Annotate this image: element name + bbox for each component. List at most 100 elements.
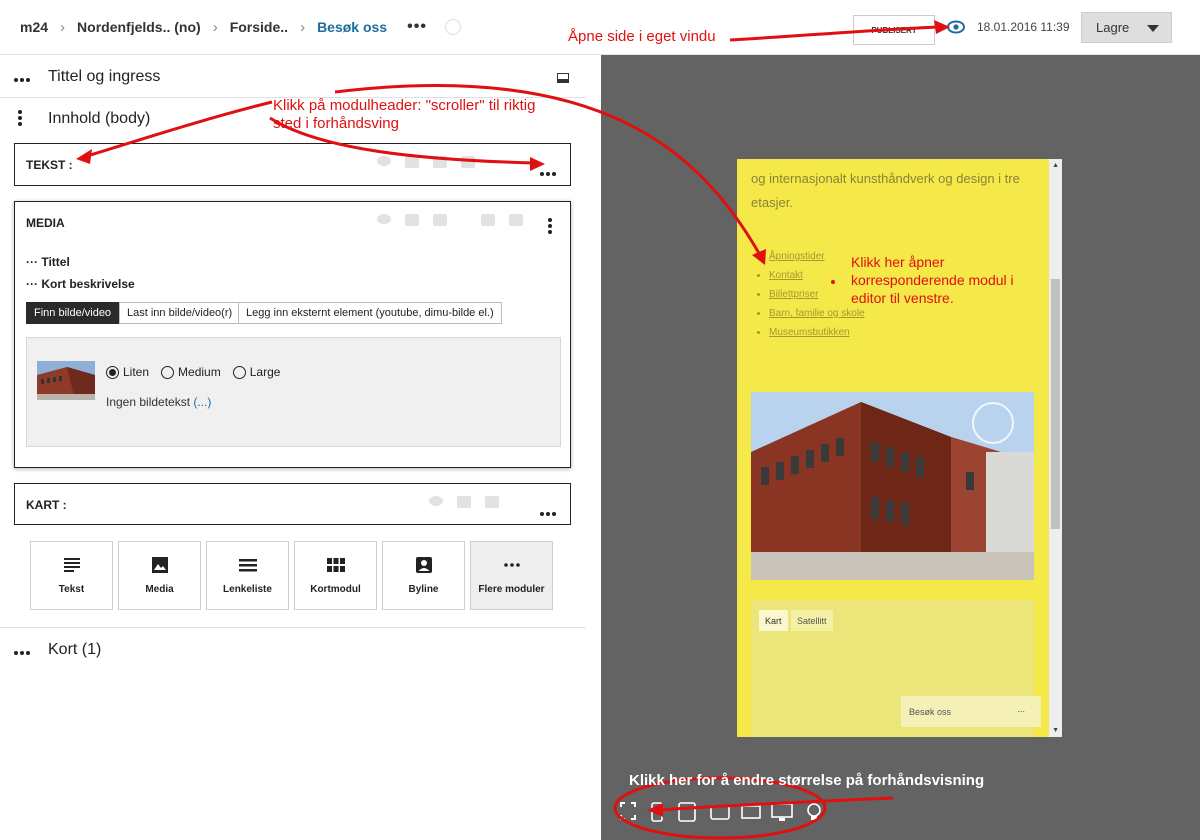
preview-scrollbar[interactable] bbox=[1049, 159, 1062, 737]
more-icon[interactable]: ••• bbox=[407, 18, 427, 36]
caption-text: Ingen bildetekst bbox=[106, 395, 191, 409]
crumb-nordenfjelds[interactable]: Nordenfjelds.. (no) bbox=[77, 19, 201, 35]
map-tab-kart[interactable]: Kart bbox=[759, 610, 788, 631]
desktop-icon[interactable] bbox=[433, 156, 447, 168]
add-tekst-tile[interactable]: Tekst bbox=[30, 541, 113, 610]
eye-icon[interactable] bbox=[947, 20, 965, 34]
module-tools bbox=[429, 496, 499, 508]
more-icon[interactable]: ... bbox=[1017, 704, 1025, 714]
arrow-down-icon[interactable] bbox=[509, 214, 523, 226]
eye-icon[interactable] bbox=[429, 496, 443, 506]
arrow-up-icon[interactable] bbox=[485, 496, 499, 508]
module-kart[interactable]: KART : bbox=[14, 483, 571, 525]
divider bbox=[0, 627, 586, 628]
crumb-besok-oss[interactable]: Besøk oss bbox=[317, 19, 387, 35]
preview-panel: og internasjonalt kunsthåndverk og desig… bbox=[601, 55, 1200, 840]
grid-icon bbox=[326, 558, 345, 572]
more-vertical-icon[interactable] bbox=[548, 216, 552, 241]
device-size-bar bbox=[620, 802, 821, 822]
tile-label: Kortmodul bbox=[310, 584, 361, 595]
publish-button[interactable]: PUBLISERT bbox=[853, 15, 935, 45]
module-media-title: MEDIA bbox=[26, 216, 65, 230]
lightbulb-icon[interactable] bbox=[807, 803, 821, 820]
add-byline-tile[interactable]: Byline bbox=[382, 541, 465, 610]
person-card-icon bbox=[415, 557, 432, 573]
add-kortmodul-tile[interactable]: Kortmodul bbox=[294, 541, 377, 610]
section-title-label: Tittel og ingress bbox=[48, 68, 161, 85]
caption-edit-link[interactable]: (...) bbox=[193, 395, 211, 409]
more-icon[interactable] bbox=[540, 503, 556, 521]
annotation-click-here: Klikk her åpner korresponderende modul i… bbox=[851, 254, 1014, 306]
tile-label: Tekst bbox=[58, 584, 85, 595]
module-tekst-title: TEKST : bbox=[26, 158, 73, 172]
save-button[interactable]: Lagre bbox=[1081, 12, 1172, 43]
tablet-landscape-icon[interactable] bbox=[710, 805, 730, 820]
more-icon[interactable] bbox=[540, 163, 556, 181]
scrollbar-thumb[interactable] bbox=[1051, 279, 1060, 529]
tablet-icon[interactable] bbox=[405, 156, 419, 168]
size-option-medium[interactable]: Medium bbox=[161, 365, 221, 379]
desktop-icon[interactable] bbox=[433, 214, 447, 226]
caret-down-icon[interactable] bbox=[1147, 25, 1159, 32]
arrow-up-icon[interactable] bbox=[481, 214, 495, 226]
section-body-label: Innhold (body) bbox=[48, 110, 151, 127]
map-info-card[interactable]: Besøk oss ... bbox=[901, 696, 1041, 727]
tile-label: Lenkeliste bbox=[223, 584, 272, 595]
fullscreen-icon[interactable] bbox=[620, 802, 636, 820]
chevron-right-icon: › bbox=[300, 18, 306, 36]
desktop-icon[interactable] bbox=[771, 803, 793, 821]
loading-icon bbox=[444, 19, 461, 35]
add-lenkeliste-tile[interactable]: Lenkeliste bbox=[206, 541, 289, 610]
last-saved-timestamp: 18.01.2016 11:39 bbox=[977, 20, 1070, 34]
field-kort-beskrivelse[interactable]: ··· Kort beskrivelse bbox=[26, 277, 135, 291]
field-tittel[interactable]: ··· Tittel bbox=[26, 255, 70, 269]
scroll-up-icon[interactable]: ▲ bbox=[1052, 162, 1059, 169]
desktop-icon[interactable] bbox=[457, 496, 471, 508]
cms-editor-screen: { "topbar": { "crumbs": ["m24", "Nordenf… bbox=[0, 0, 1200, 840]
crumb-m24[interactable]: m24 bbox=[20, 19, 48, 35]
more-vertical-icon[interactable] bbox=[0, 108, 48, 131]
section-kort[interactable]: Kort (1) bbox=[0, 640, 586, 660]
size-option-liten[interactable]: Liten bbox=[106, 365, 149, 379]
media-thumbnail[interactable] bbox=[37, 361, 95, 400]
tablet-icon[interactable] bbox=[405, 214, 419, 226]
annotation-module-header: Klikk på modulheader: "scroller" til rik… bbox=[273, 97, 536, 132]
tile-label: Flere moduler bbox=[478, 584, 545, 595]
field-kort-label: Kort beskrivelse bbox=[41, 277, 135, 291]
preview-body-text: og internasjonalt kunsthåndverk og desig… bbox=[751, 171, 1020, 210]
chevron-right-icon: › bbox=[212, 18, 218, 36]
map-tab-satellitt[interactable]: Satellitt bbox=[791, 610, 833, 631]
expand-icon[interactable] bbox=[461, 156, 475, 168]
editor-panel: Tittel og ingress Innhold (body) TEKST :… bbox=[0, 55, 586, 840]
eye-icon[interactable] bbox=[377, 156, 391, 166]
more-icon[interactable] bbox=[0, 642, 48, 658]
eye-icon[interactable] bbox=[377, 214, 391, 224]
tablet-icon[interactable] bbox=[678, 802, 696, 822]
add-module-tiles: Tekst Media Lenkeliste Kortmodul Byline … bbox=[30, 541, 553, 610]
collapse-icon[interactable] bbox=[557, 73, 569, 83]
text-lines-icon bbox=[63, 558, 80, 572]
more-modules-tile[interactable]: Flere moduler bbox=[470, 541, 553, 610]
upload-media-button[interactable]: Last inn bilde/video(r) bbox=[119, 302, 241, 324]
external-element-button[interactable]: Legg inn eksternt element (youtube, dimu… bbox=[238, 302, 502, 324]
preview-link[interactable]: Museumsbutikken bbox=[769, 323, 865, 342]
scroll-down-icon[interactable]: ▼ bbox=[1052, 727, 1059, 734]
expand-icon[interactable] bbox=[972, 402, 1014, 444]
crumb-forside[interactable]: Forside.. bbox=[230, 19, 288, 35]
mobile-icon[interactable] bbox=[651, 802, 663, 822]
module-media[interactable]: MEDIA ··· Tittel ··· Kort beskrivelse Fi… bbox=[14, 201, 571, 468]
laptop-icon[interactable] bbox=[741, 805, 761, 819]
preview-link-list: Åpningstider Kontakt Billettpriser Barn,… bbox=[755, 247, 865, 342]
tile-label: Media bbox=[145, 584, 174, 595]
more-icon[interactable] bbox=[0, 69, 48, 85]
caption-field: Ingen bildetekst (...) bbox=[106, 395, 211, 409]
find-media-button[interactable]: Finn bilde/video bbox=[26, 302, 120, 324]
annotation-open-window: Åpne side i eget vindu bbox=[568, 28, 716, 45]
size-option-large[interactable]: Large bbox=[232, 365, 280, 379]
module-tekst[interactable]: TEKST : bbox=[14, 143, 571, 186]
add-media-tile[interactable]: Media bbox=[118, 541, 201, 610]
more-icon bbox=[503, 563, 520, 567]
tile-label: Byline bbox=[408, 584, 439, 595]
section-title-ingress[interactable]: Tittel og ingress bbox=[0, 67, 586, 87]
preview-map: Kart Satellitt Besøk oss ... bbox=[751, 600, 1041, 737]
